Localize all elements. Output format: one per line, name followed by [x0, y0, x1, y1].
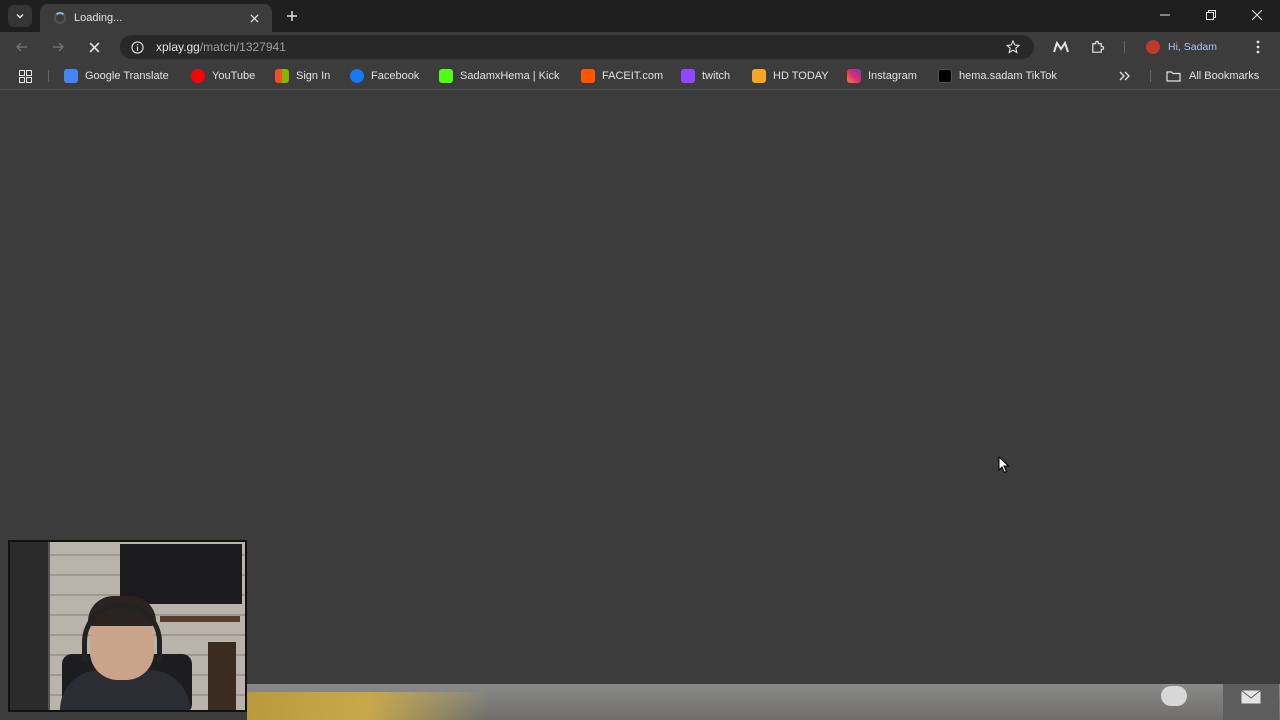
- all-bookmarks-button[interactable]: All Bookmarks: [1166, 67, 1259, 85]
- webcam-plant: [208, 642, 236, 710]
- bookmark-youtube[interactable]: YouTube: [191, 67, 255, 85]
- apps-grid-icon: [19, 69, 32, 83]
- extensions-button[interactable]: [1086, 36, 1108, 58]
- arrow-right-icon: [53, 42, 65, 52]
- screen: Loading... xplay.gg /match/1327941 Hi, S…: [0, 0, 1280, 720]
- close-icon: [249, 13, 259, 23]
- webcam-door: [10, 542, 50, 710]
- menu-button[interactable]: [1247, 36, 1269, 58]
- instagram-icon: [847, 69, 861, 83]
- address-bar[interactable]: xplay.gg/match/1327941: [120, 35, 1034, 59]
- more-bookmarks-button[interactable]: [1119, 67, 1131, 85]
- puzzle-icon: [1091, 40, 1104, 53]
- bookmark-google-translate[interactable]: Google Translate: [64, 67, 169, 85]
- new-tab-button[interactable]: [282, 6, 302, 26]
- tab-search-button[interactable]: [8, 5, 32, 27]
- restore-button[interactable]: [1188, 0, 1234, 30]
- overlay-settings-button[interactable]: [1161, 686, 1187, 706]
- kick-icon: [439, 69, 453, 83]
- tab-title: Loading...: [74, 12, 123, 24]
- bookmark-label: SadamxHema | Kick: [460, 70, 560, 82]
- close-icon: [89, 42, 99, 52]
- profile-label: Hi, Sadam: [1168, 41, 1218, 53]
- site-info-icon[interactable]: [130, 40, 144, 54]
- forward-button[interactable]: [47, 36, 69, 58]
- google-translate-icon: [64, 69, 78, 83]
- bookmark-label: FACEIT.com: [602, 70, 664, 82]
- chevron-down-icon: [16, 13, 24, 19]
- microsoft-icon: [275, 69, 289, 83]
- youtube-icon: [191, 69, 205, 83]
- bookmark-label: Facebook: [371, 70, 420, 82]
- facebook-icon: [350, 69, 364, 83]
- game-road-stripe: [247, 692, 547, 720]
- close-icon: [1252, 10, 1262, 20]
- url-path: /match/1327941: [199, 40, 286, 54]
- toolbar-divider: [1124, 41, 1125, 53]
- bookmark-faceit[interactable]: FACEIT.com: [581, 67, 663, 85]
- toolbar: xplay.gg/match/1327941 Hi, Sadam: [0, 32, 1280, 62]
- avatar: [1146, 40, 1160, 54]
- webcam-shelf: [160, 616, 240, 622]
- bookmark-instagram[interactable]: Instagram: [847, 67, 917, 85]
- extension-m-button[interactable]: [1050, 36, 1072, 58]
- mail-icon[interactable]: [1241, 690, 1261, 704]
- webcam-overlay: [8, 540, 247, 712]
- plus-icon: [287, 11, 297, 21]
- hd-today-icon: [752, 69, 766, 83]
- bookmark-label: hema.sadam TikTok: [959, 70, 1057, 82]
- restore-icon: [1206, 10, 1216, 20]
- bookmarks-divider: [48, 70, 49, 82]
- tab-active[interactable]: Loading...: [40, 4, 272, 32]
- arrow-left-icon: [15, 42, 27, 52]
- bookmark-label: HD TODAY: [773, 70, 829, 82]
- bookmarks-bar: Google Translate YouTube Sign In Faceboo…: [0, 62, 1280, 90]
- bookmark-label: twitch: [702, 70, 731, 82]
- bookmark-twitch[interactable]: twitch: [681, 67, 730, 85]
- tray-area: [1223, 684, 1279, 720]
- tab-strip: Loading...: [0, 0, 1280, 32]
- bookmark-tiktok[interactable]: hema.sadam TikTok: [938, 67, 1057, 85]
- kebab-menu-icon: [1256, 40, 1260, 54]
- profile-button[interactable]: Hi, Sadam: [1140, 36, 1232, 58]
- chevron-double-right-icon: [1119, 71, 1130, 81]
- twitch-icon: [681, 69, 695, 83]
- all-bookmarks-label: All Bookmarks: [1189, 70, 1260, 82]
- tab-close-button[interactable]: [246, 10, 262, 26]
- tiktok-icon: [938, 69, 952, 83]
- minimize-button[interactable]: [1142, 0, 1188, 30]
- star-icon[interactable]: [1006, 40, 1020, 54]
- background-game-strip: [247, 684, 1280, 720]
- bookmarks-divider: [1150, 70, 1151, 82]
- bookmark-label: Google Translate: [85, 70, 169, 82]
- loading-spinner-icon: [54, 12, 66, 24]
- window-close-button[interactable]: [1234, 0, 1280, 30]
- minimize-icon: [1160, 14, 1170, 16]
- webcam-tv: [120, 544, 242, 604]
- m-logo-icon: [1053, 41, 1069, 53]
- bookmark-kick[interactable]: SadamxHema | Kick: [439, 67, 559, 85]
- back-button[interactable]: [11, 36, 33, 58]
- folder-icon: [1166, 71, 1181, 82]
- stop-loading-button[interactable]: [83, 36, 105, 58]
- bookmark-label: YouTube: [212, 70, 256, 82]
- bookmark-label: Instagram: [868, 70, 917, 82]
- mouse-cursor-icon: [998, 456, 1010, 474]
- faceit-icon: [581, 69, 595, 83]
- bookmark-hd-today[interactable]: HD TODAY: [752, 67, 829, 85]
- bookmark-sign-in[interactable]: Sign In: [275, 67, 330, 85]
- bookmark-label: Sign In: [296, 70, 331, 82]
- apps-button[interactable]: [19, 67, 32, 85]
- bookmark-facebook[interactable]: Facebook: [350, 67, 419, 85]
- url-host: xplay.gg: [156, 40, 200, 54]
